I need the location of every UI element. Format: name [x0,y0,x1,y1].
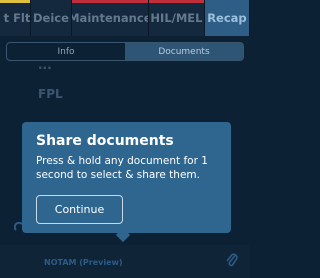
bottom-bar [0,245,250,278]
popup-body: Press & hold any document for 1 second t… [36,155,208,181]
segment-info[interactable]: Info [7,43,125,60]
paperclip-icon[interactable] [226,252,238,268]
tab-maintenance[interactable]: Maintenance [71,0,150,36]
tab-maintenance-label: Maintenance [71,11,150,25]
segment-documents[interactable]: Documents [125,43,243,60]
share-documents-popup: Share documents Press & hold any documen… [22,122,231,233]
tab-flight[interactable]: t Flt [0,0,32,36]
notam-preview-label[interactable]: NOTAM (Preview) [44,258,123,267]
tab-hil-mel[interactable]: HIL/MEL [149,0,205,36]
tab-deice-label: Deice [33,11,69,25]
tab-recap-label: Recap [207,11,247,25]
tab-flight-label: t Flt [3,11,31,25]
top-tab-bar: t Flt Deice Maintenance HIL/MEL Recap [0,0,250,36]
tab-hil-mel-label: HIL/MEL [150,11,203,25]
continue-button[interactable]: Continue [36,195,123,224]
background-row-fpl: FPL [38,87,63,101]
popup-title: Share documents [36,133,174,149]
tab-recap[interactable]: Recap [204,0,250,36]
background-row: ... [38,58,52,72]
tab-deice[interactable]: Deice [31,0,72,36]
